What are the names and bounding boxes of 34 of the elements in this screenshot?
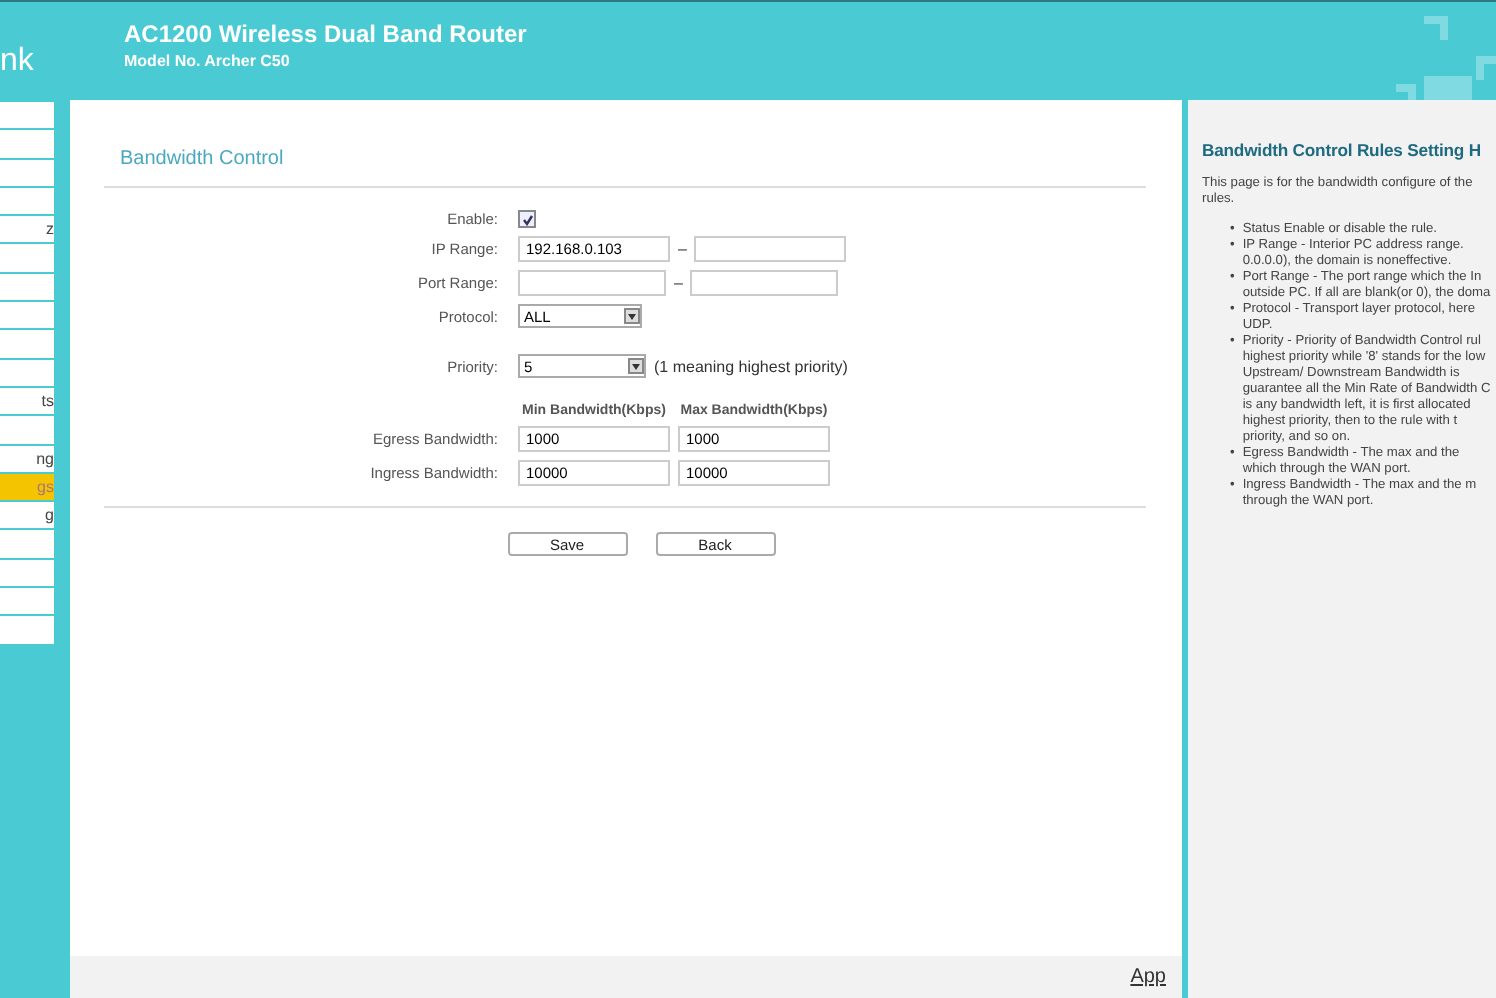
range-separator: –: [674, 274, 683, 292]
dropdown-arrow-icon[interactable]: [624, 308, 640, 324]
sidebar-item[interactable]: [0, 187, 54, 217]
sidebar-item[interactable]: [0, 159, 54, 188]
sidebar-item[interactable]: [0, 530, 54, 560]
model-number: Model No. Archer C50: [124, 52, 292, 70]
sidebar-item[interactable]: [0, 559, 54, 589]
sidebar-item[interactable]: [0, 588, 54, 617]
range-separator: –: [678, 240, 687, 258]
app-link[interactable]: App: [1130, 966, 1166, 988]
enable-checkbox[interactable]: [518, 210, 536, 228]
help-title: Bandwidth Control Rules Setting H: [1202, 140, 1483, 160]
sidebar-item[interactable]: z: [0, 216, 54, 245]
sidebar-item[interactable]: [0, 244, 54, 274]
sidebar-item[interactable]: [0, 302, 54, 331]
sidebar-item[interactable]: [0, 359, 54, 388]
logo-text: nk: [0, 43, 36, 79]
page-title: Bandwidth Control: [120, 148, 286, 170]
input-field[interactable]: [690, 270, 839, 296]
product-title: AC1200 Wireless Dual Band Router: [124, 20, 527, 48]
dropdown-arrow-icon[interactable]: [628, 358, 644, 374]
input-field[interactable]: [518, 270, 666, 296]
sidebar-item[interactable]: ts: [0, 387, 54, 417]
sidebar-item[interactable]: [0, 416, 54, 446]
sidebar-item[interactable]: [0, 616, 54, 646]
priority-hint: (1 meaning highest priority): [654, 357, 848, 375]
sidebar-item[interactable]: g: [0, 502, 54, 531]
sidebar-item[interactable]: [0, 273, 54, 303]
sidebar-item[interactable]: [0, 102, 54, 131]
corner-pattern-drawing: [1396, 14, 1496, 102]
input-field[interactable]: [694, 236, 847, 262]
sidebar-item[interactable]: [0, 330, 54, 360]
sidebar-item[interactable]: ng: [0, 445, 54, 474]
sidebar-item[interactable]: [0, 130, 54, 160]
